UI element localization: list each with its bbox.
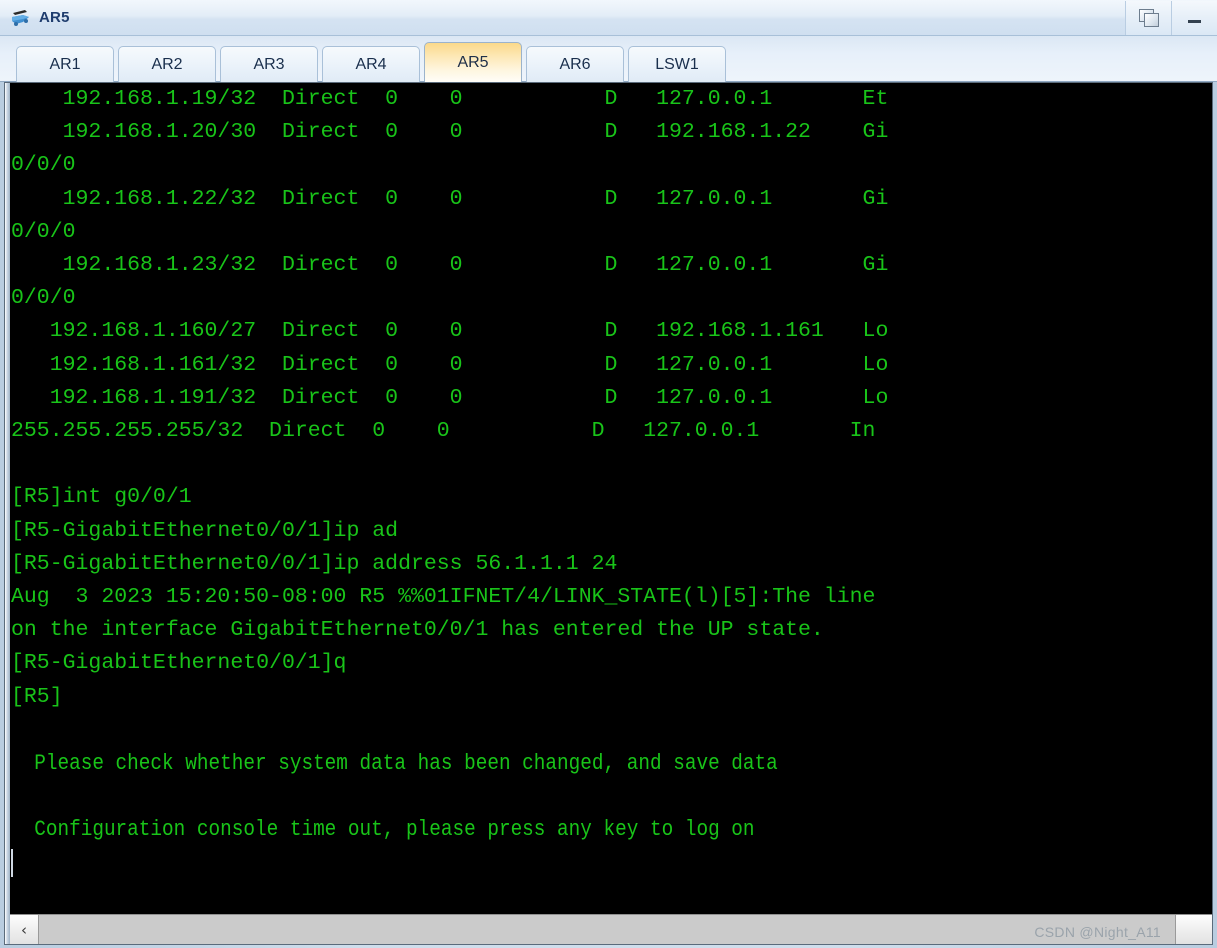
console-line: [R5-GigabitEthernet0/0/1]q [11,651,347,676]
tab-ar4[interactable]: AR4 [322,46,420,82]
console-line: [R5]int g0/0/1 [11,485,192,510]
chevron-left-icon: ‹ [21,920,27,939]
console-line: 192.168.1.160/27 Direct 0 0 D 192.168.1.… [11,319,889,344]
console-line: Please check whether system data has bee… [11,751,778,777]
scrollbar-track[interactable]: CSDN @Night_A11 [39,915,1175,944]
console-line: 0/0/0 [11,153,76,178]
tab-ar6[interactable]: AR6 [526,46,624,82]
console-line: Aug 3 2023 15:20:50-08:00 R5 %%01IFNET/4… [11,585,876,610]
terminal-left-border [5,83,10,944]
console-line: 192.168.1.191/32 Direct 0 0 D 127.0.0.1 … [11,385,889,410]
console-line: 192.168.1.22/32 Direct 0 0 D 127.0.0.1 G… [11,186,889,211]
console-line: 0/0/0 [11,286,76,311]
tab-ar1[interactable]: AR1 [16,46,114,82]
tab-ar5[interactable]: AR5 [424,42,522,82]
console-line: Configuration console time out, please p… [11,817,755,843]
console-line: [R5-GigabitEthernet0/0/1]ip address 56.1… [11,551,618,576]
router-icon [10,8,32,28]
tab-ar2[interactable]: AR2 [118,46,216,82]
console-line: 192.168.1.23/32 Direct 0 0 D 127.0.0.1 G… [11,253,889,278]
console-output[interactable]: 192.168.1.19/32 Direct 0 0 D 127.0.0.1 E… [11,83,1212,912]
console-line: 192.168.1.20/30 Direct 0 0 D 192.168.1.2… [11,120,889,145]
tab-lsw1[interactable]: LSW1 [628,46,726,82]
horizontal-scrollbar[interactable]: ‹ CSDN @Night_A11 [10,914,1212,944]
window-controls [1125,0,1217,35]
console-line: [R5-GigabitEthernet0/0/1]ip ad [11,518,399,543]
window-title: AR5 [39,9,70,26]
title-bar-left: AR5 [0,8,1125,28]
minimize-button[interactable] [1171,0,1217,35]
restore-windows-icon [1138,8,1159,27]
tab-label: AR2 [151,55,183,73]
tab-label: LSW1 [655,55,699,73]
minimize-icon [1188,20,1201,23]
console-cursor-line [11,847,1212,880]
console-line: 255.255.255.255/32 Direct 0 0 D 127.0.0.… [11,419,876,444]
terminal-frame: 192.168.1.19/32 Direct 0 0 D 127.0.0.1 E… [0,82,1217,948]
restore-button[interactable] [1125,0,1171,35]
tab-ar3[interactable]: AR3 [220,46,318,82]
title-bar: AR5 [0,0,1217,36]
text-cursor [11,848,13,877]
ensp-console-window: AR5 AR1 AR2 AR3 AR4 AR5 AR6 LSW1 192.168… [0,0,1217,948]
console-line: 0/0/0 [11,219,76,244]
console-line: [R5] [11,684,63,709]
terminal-inner: 192.168.1.19/32 Direct 0 0 D 127.0.0.1 E… [4,82,1213,945]
tab-label: AR6 [559,55,591,73]
console-line: on the interface GigabitEthernet0/0/1 ha… [11,618,824,643]
tab-label: AR5 [457,53,489,71]
tab-label: AR3 [253,55,285,73]
tab-label: AR4 [355,55,387,73]
device-tab-strip: AR1 AR2 AR3 AR4 AR5 AR6 LSW1 [0,36,1217,82]
scrollbar-right-pad [1175,915,1212,944]
console-line: 192.168.1.19/32 Direct 0 0 D 127.0.0.1 E… [11,87,889,111]
watermark-text: CSDN @Night_A11 [1034,924,1161,940]
console-line: 192.168.1.161/32 Direct 0 0 D 127.0.0.1 … [11,352,889,377]
scroll-left-button[interactable]: ‹ [10,915,39,944]
tab-label: AR1 [49,55,81,73]
